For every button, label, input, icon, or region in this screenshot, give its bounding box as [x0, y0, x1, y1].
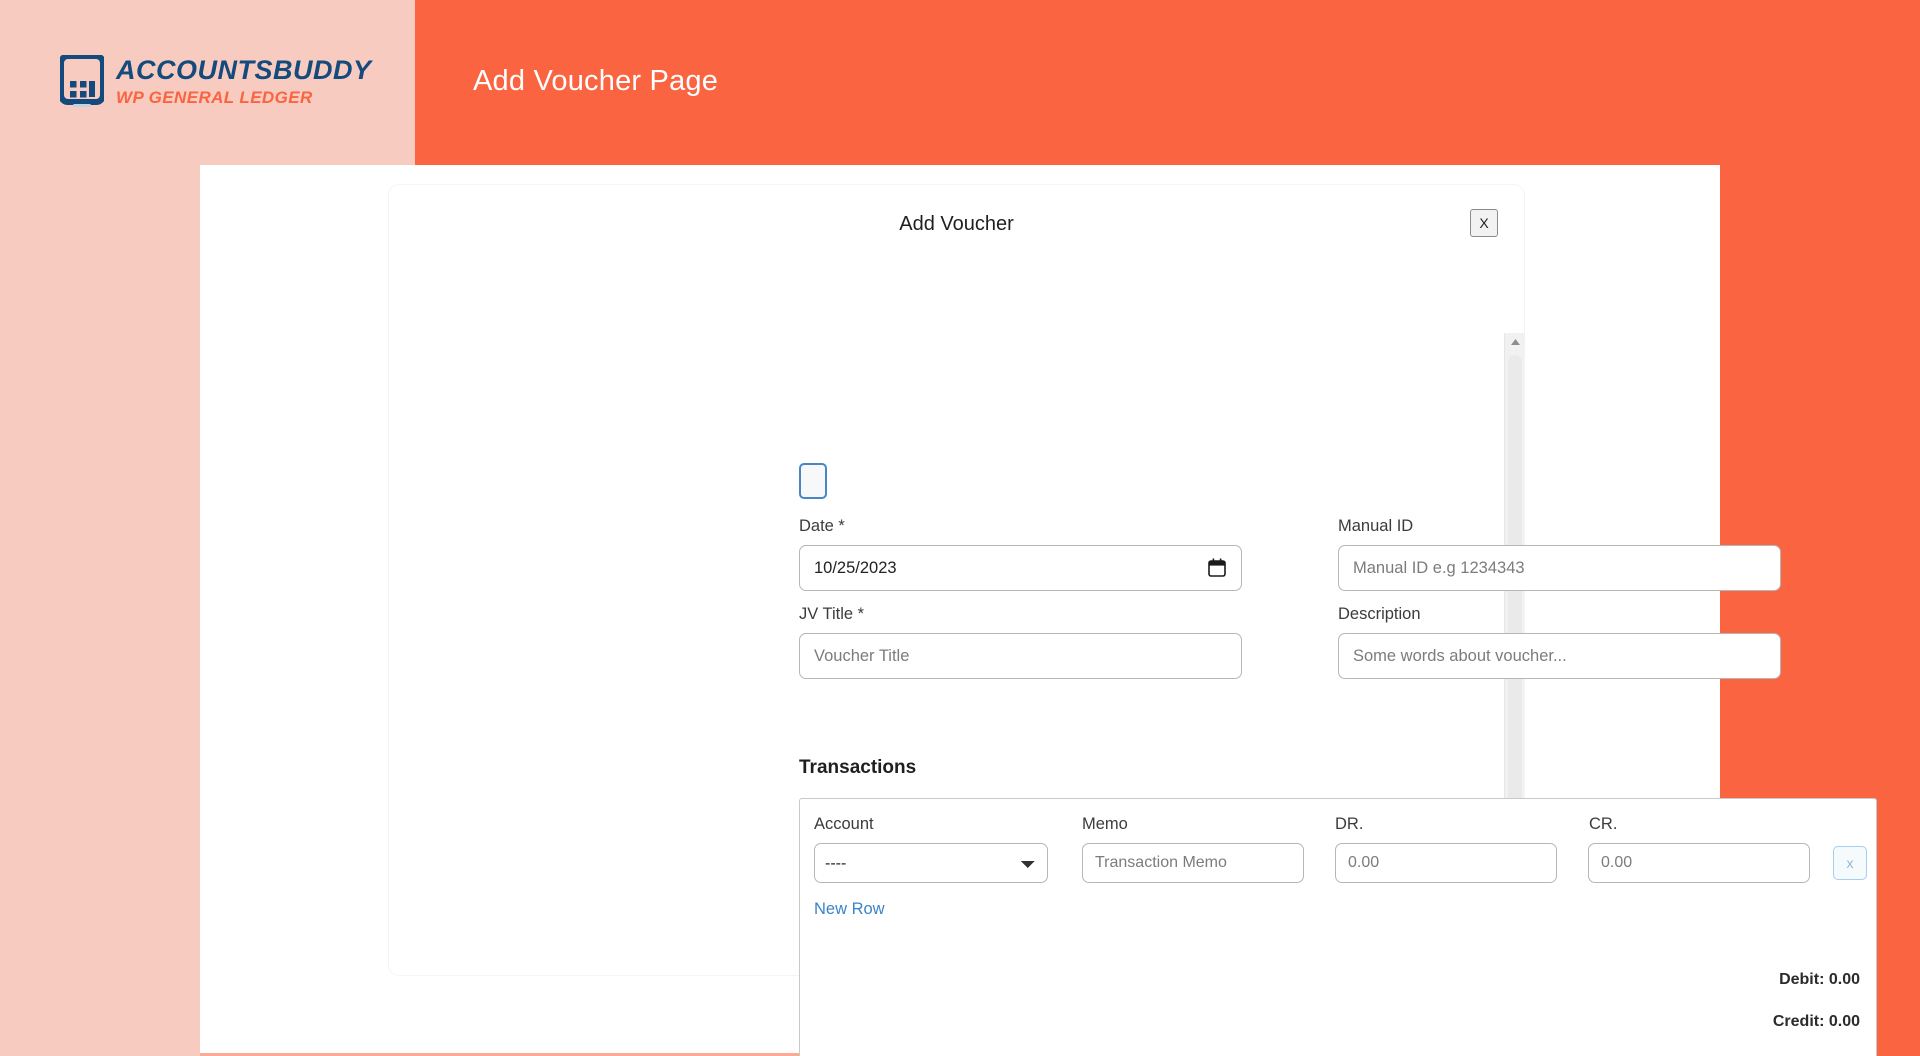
- brand-tagline: WP GENERAL LEDGER: [116, 87, 313, 107]
- transaction-totals: Debit: 0.00 Credit: 0.00 Balance: 0.00: [1758, 971, 1860, 1056]
- description-label: Description: [1338, 605, 1421, 623]
- transactions-header-row: Account Memo DR. CR.: [800, 799, 1876, 834]
- column-header-cr: CR.: [1589, 815, 1618, 833]
- date-input-wrap: [799, 545, 1242, 591]
- credit-input[interactable]: [1588, 843, 1810, 883]
- add-voucher-modal: Add Voucher X Date * 10/25/2023 Manual I…: [389, 185, 1877, 1056]
- manual-id-field-group: Manual ID: [1338, 517, 1781, 591]
- form-row-1: Date * Manua: [799, 517, 1809, 591]
- description-field-group: Description: [1338, 605, 1781, 679]
- total-credit: Credit: 0.00: [1772, 1013, 1860, 1030]
- table-row: ---- x: [800, 834, 1876, 883]
- brand-wordmark: ACCOUNTSBUDDY WP GENERAL LEDGER: [116, 54, 372, 107]
- column-header-account: Account: [814, 815, 874, 833]
- debit-input[interactable]: [1335, 843, 1557, 883]
- scroll-up-icon[interactable]: [1505, 333, 1525, 351]
- memo-input[interactable]: [1082, 843, 1304, 883]
- jv-title-input[interactable]: [799, 633, 1242, 679]
- column-header-memo: Memo: [1082, 815, 1128, 833]
- total-debit: Debit: 0.00: [1779, 971, 1860, 988]
- manual-id-input[interactable]: [1338, 545, 1781, 591]
- manual-id-label: Manual ID: [1338, 517, 1414, 535]
- date-input[interactable]: [799, 545, 1242, 591]
- new-row-link[interactable]: New Row: [814, 900, 885, 919]
- voucher-form: Date * Manua: [799, 517, 1809, 693]
- brand-logo: ACCOUNTSBUDDY WP GENERAL LEDGER: [58, 53, 372, 107]
- jv-title-field-group: JV Title *: [799, 605, 1242, 679]
- description-input[interactable]: [1338, 633, 1781, 679]
- calculator-icon: [58, 53, 106, 107]
- close-icon[interactable]: X: [1470, 209, 1498, 237]
- image-placeholder-icon: [799, 463, 827, 499]
- brand-name: ACCOUNTSBUDDY: [116, 54, 372, 85]
- jv-title-label: JV Title *: [799, 605, 865, 623]
- date-field-group: Date *: [799, 517, 1242, 591]
- modal-title: Add Voucher: [899, 213, 1014, 235]
- app-page: Add Voucher Page ACCOUNTSBUDDY WP GENERA…: [0, 0, 1920, 1056]
- page-title: Add Voucher Page: [473, 65, 719, 97]
- account-select[interactable]: ----: [814, 843, 1048, 883]
- column-header-dr: DR.: [1335, 815, 1364, 833]
- date-label: Date *: [799, 517, 845, 535]
- transactions-table: Account Memo DR. CR. ---- x New Row Debi…: [799, 798, 1877, 1056]
- form-row-2: JV Title * Description: [799, 605, 1809, 679]
- left-accent-rail: [0, 165, 200, 1056]
- transactions-heading: Transactions: [799, 757, 917, 778]
- delete-row-icon[interactable]: x: [1833, 846, 1867, 880]
- modal-header: Add Voucher X: [389, 185, 1524, 259]
